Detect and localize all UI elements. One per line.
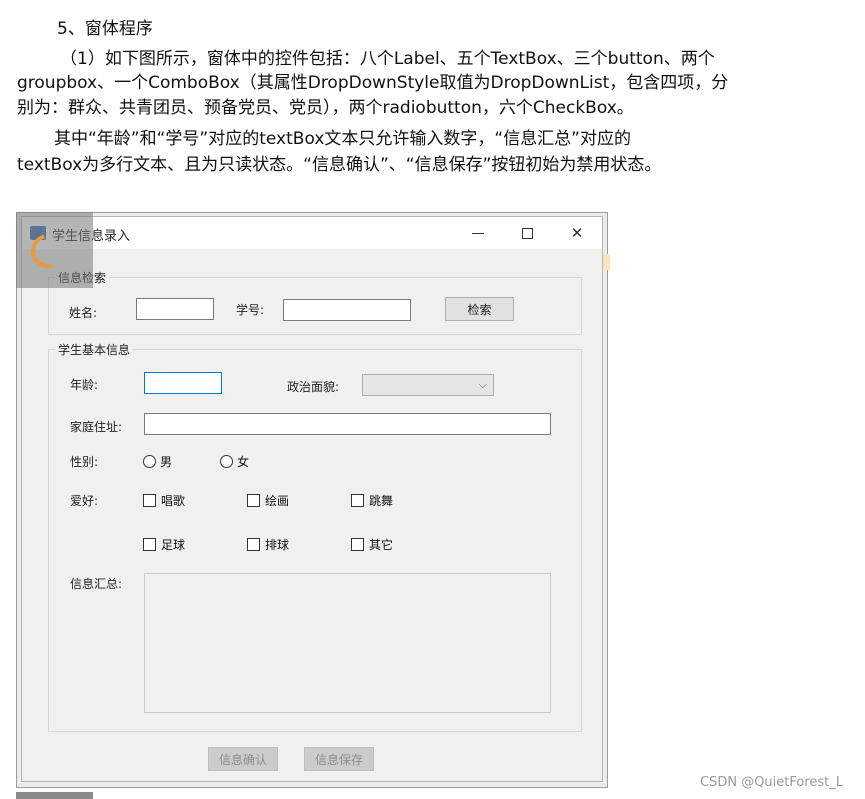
address-input[interactable] xyxy=(144,413,551,435)
checkbox-box xyxy=(351,494,364,507)
student-id-input[interactable] xyxy=(283,299,411,321)
basic-info-groupbox: 学生基本信息 年龄: 政治面貌: ⌵ 家庭住址: 性别: 男 女 爱好: 唱歌 … xyxy=(48,341,582,732)
checkbox-box xyxy=(247,494,260,507)
address-label: 家庭住址: xyxy=(70,420,123,434)
minimize-icon xyxy=(472,232,484,234)
summary-textarea[interactable] xyxy=(144,573,551,713)
search-groupbox: 信息检索 姓名: 学号: 检索 xyxy=(48,269,582,335)
basic-info-group-title: 学生基本信息 xyxy=(55,341,134,358)
checkbox-box xyxy=(247,538,260,551)
hobby-dancing-label: 跳舞 xyxy=(369,494,394,508)
close-button[interactable]: ✕ xyxy=(565,221,589,245)
save-button[interactable]: 信息保存 xyxy=(304,747,374,771)
paragraph1-line3: 别为：群众、共青团员、预备党员、党员），两个radiobutton，六个Chec… xyxy=(17,98,634,118)
paragraph2-line1: 其中“年龄”和“学号”对应的textBox文本只允许输入数字，“信息汇总”对应的 xyxy=(54,129,631,149)
paragraph1-line2: groupbox、一个ComboBox（其属性DropDownStyle取值为D… xyxy=(17,73,729,93)
maximize-icon xyxy=(521,227,533,239)
summary-label: 信息汇总: xyxy=(70,577,123,591)
checkbox-box xyxy=(143,538,156,551)
chevron-down-icon: ⌵ xyxy=(478,378,487,391)
age-input[interactable] xyxy=(144,372,222,394)
radio-circle xyxy=(220,455,233,468)
hobby-football-label: 足球 xyxy=(161,538,186,552)
hobby-checkbox-painting[interactable]: 绘画 xyxy=(247,492,289,509)
gender-radio-male[interactable]: 男 xyxy=(143,453,172,470)
name-label: 姓名: xyxy=(69,306,98,320)
checkbox-box xyxy=(143,494,156,507)
paragraph1-line1: （1）如下图所示，窗体中的控件包括：八个Label、五个TextBox、三个bu… xyxy=(60,49,715,69)
hobby-label: 爱好: xyxy=(70,494,99,508)
bottom-edge-bar xyxy=(16,792,93,799)
politics-label: 政治面貌: xyxy=(287,380,340,394)
gender-male-label: 男 xyxy=(160,455,173,469)
paragraph2-line2: textBox为多行文本、且为只读状态。“信息确认”、“信息保存”按钮初始为禁用… xyxy=(17,155,662,175)
gender-female-label: 女 xyxy=(237,455,250,469)
minimize-button[interactable] xyxy=(466,221,490,245)
id-label: 学号: xyxy=(236,303,265,317)
hobby-volleyball-label: 排球 xyxy=(265,538,290,552)
student-info-window: 学生信息录入 ✕ 信息检索 姓名: 学号: 检索 学生基本信息 年龄: 政治面貌… xyxy=(21,216,603,782)
close-icon: ✕ xyxy=(570,224,584,242)
watermark: CSDN @QuietForest_L xyxy=(700,775,844,790)
radio-circle xyxy=(143,455,156,468)
politics-combobox[interactable]: ⌵ xyxy=(362,374,494,396)
hobby-checkbox-other[interactable]: 其它 xyxy=(351,536,393,553)
confirm-button[interactable]: 信息确认 xyxy=(208,747,278,771)
hobby-singing-label: 唱歌 xyxy=(161,494,186,508)
hobby-checkbox-dancing[interactable]: 跳舞 xyxy=(351,492,393,509)
section-heading: 5、窗体程序 xyxy=(57,19,153,39)
hobby-checkbox-football[interactable]: 足球 xyxy=(143,536,185,553)
title-bar[interactable]: 学生信息录入 ✕ xyxy=(22,217,602,249)
name-input[interactable] xyxy=(136,298,214,320)
maximize-button[interactable] xyxy=(515,221,539,245)
checkbox-box xyxy=(351,538,364,551)
hobby-painting-label: 绘画 xyxy=(265,494,290,508)
hobby-checkbox-volleyball[interactable]: 排球 xyxy=(247,536,289,553)
hobby-checkbox-singing[interactable]: 唱歌 xyxy=(143,492,185,509)
gender-label: 性别: xyxy=(70,455,99,469)
gender-radio-female[interactable]: 女 xyxy=(220,453,249,470)
age-label: 年龄: xyxy=(70,378,99,392)
search-button[interactable]: 检索 xyxy=(445,297,514,321)
hobby-other-label: 其它 xyxy=(369,538,394,552)
